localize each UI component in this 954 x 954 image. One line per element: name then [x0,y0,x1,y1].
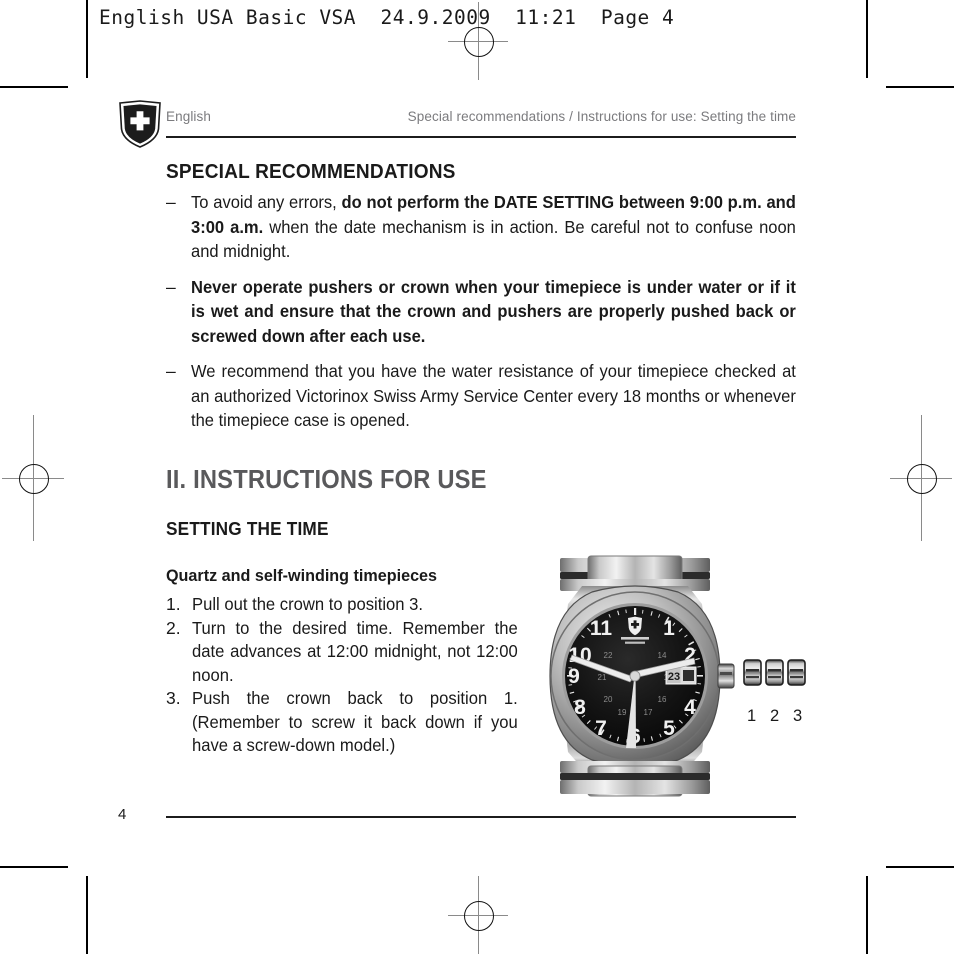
list-item: – To avoid any errors, do not perform th… [166,190,796,264]
svg-text:9: 9 [568,665,580,688]
procedure-column: Quartz and self-winding timepieces 1. Pu… [166,566,518,758]
watch-illustration: 1 2 4 5 6 7 8 9 10 11 14 15 16 17 19 20 … [530,552,806,800]
step-number: 1. [166,594,181,614]
svg-text:1: 1 [663,617,675,640]
crown-position-diagrams [743,659,806,686]
svg-text:8: 8 [574,696,586,719]
svg-text:11: 11 [590,617,613,640]
list-item: – Never operate pushers or crown when yo… [166,275,796,349]
list-item: 3. Push the crown back to position 1. (R… [166,687,518,758]
victorinox-shield-cross-icon [117,100,163,148]
list-item-text: To avoid any errors, do not perform the … [191,192,796,261]
header-language-label: English [166,109,211,124]
page-title: SPECIAL RECOMMENDATIONS [166,160,456,183]
crown-label-3: 3 [793,707,803,725]
footer-rule [166,816,796,818]
crown-position-labels: 1 2 3 [743,707,813,729]
procedure-steps: 1. Pull out the crown to position 3. 2. … [166,593,518,758]
svg-text:4: 4 [684,696,696,719]
watch-crown [717,663,735,689]
chapter-heading: II. INSTRUCTIONS FOR USE [166,466,487,494]
recommendations-list: – To avoid any errors, do not perform th… [166,190,796,442]
procedure-heading: Quartz and self-winding timepieces [166,566,438,585]
wristwatch-photo: 1 2 4 5 6 7 8 9 10 11 14 15 16 17 19 20 … [549,555,735,797]
crown-position-2 [765,659,784,686]
breadcrumb: Special recommendations / Instructions f… [407,109,796,124]
svg-text:16: 16 [658,695,667,704]
bullet-dash: – [166,192,176,212]
svg-text:17: 17 [644,708,653,717]
svg-text:19: 19 [618,708,627,717]
list-item-text: We recommend that you have the water res… [191,361,796,430]
bullet-dash: – [166,276,176,297]
subsection-heading: SETTING THE TIME [166,518,329,539]
step-number: 3. [166,688,181,708]
crown-position-1 [743,659,762,686]
bracelet-bottom [560,761,710,797]
svg-text:7: 7 [595,717,607,740]
step-text: Push the crown back to position 1. (Reme… [192,688,518,755]
crown-label-1: 1 [747,707,757,725]
svg-text:14: 14 [658,651,667,660]
page-number: 4 [118,806,127,823]
crown-label-2: 2 [770,707,780,725]
step-text: Turn to the desired time. Remember the d… [192,617,518,685]
svg-text:20: 20 [604,695,613,704]
crown-position-3 [787,659,806,686]
svg-text:21: 21 [598,673,607,682]
header-rule [166,136,796,138]
bullet-dash: – [166,361,176,381]
list-item-text: Never operate pushers or crown when your… [191,276,796,346]
svg-text:5: 5 [663,717,675,740]
svg-text:23: 23 [668,671,680,683]
list-item: 2. Turn to the desired time. Remember th… [166,617,518,688]
list-item: – We recommend that you have the water r… [166,359,796,433]
document-page: English Special recommendations / Instru… [0,0,954,954]
step-number: 2. [166,617,181,638]
running-header: English Special recommendations / Instru… [117,100,796,148]
step-text: Pull out the crown to position 3. [192,594,424,614]
list-item: 1. Pull out the crown to position 3. [166,593,518,617]
svg-text:22: 22 [604,651,613,660]
